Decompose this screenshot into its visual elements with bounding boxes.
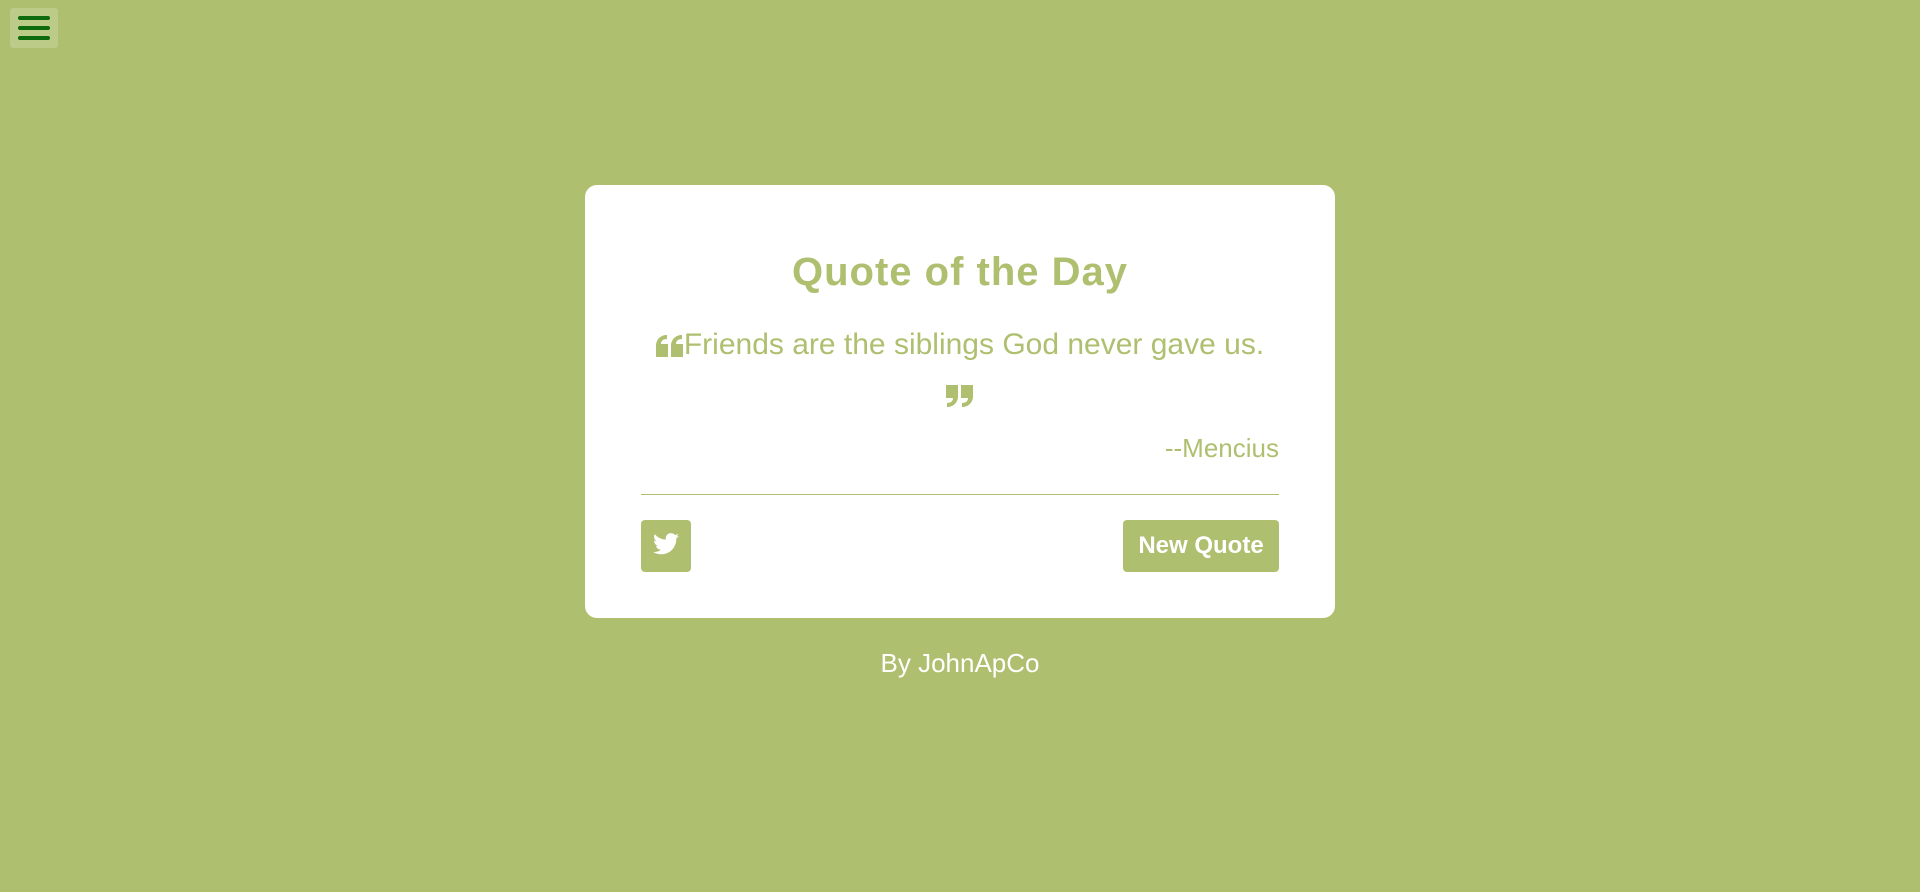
card-title: Quote of the Day xyxy=(791,250,1129,294)
quote-author: --Mencius xyxy=(1164,433,1279,463)
hamburger-menu-icon xyxy=(18,16,50,20)
quote-right-icon xyxy=(946,385,974,408)
menu-toggle-button[interactable] xyxy=(10,8,58,48)
tweet-button[interactable] xyxy=(641,520,691,572)
quote-text: Friends are the siblings God never gave … xyxy=(683,328,1265,361)
twitter-icon xyxy=(653,532,679,560)
quote-card: Quote of the Day Friends are the sibling… xyxy=(585,185,1335,618)
quote-left-icon xyxy=(655,335,684,358)
footer-credit: By JohnApCo xyxy=(880,648,1040,678)
quote-block: Friends are the siblings God never gave … xyxy=(641,320,1279,420)
divider xyxy=(641,494,1279,495)
new-quote-button[interactable]: New Quote xyxy=(1123,520,1279,572)
